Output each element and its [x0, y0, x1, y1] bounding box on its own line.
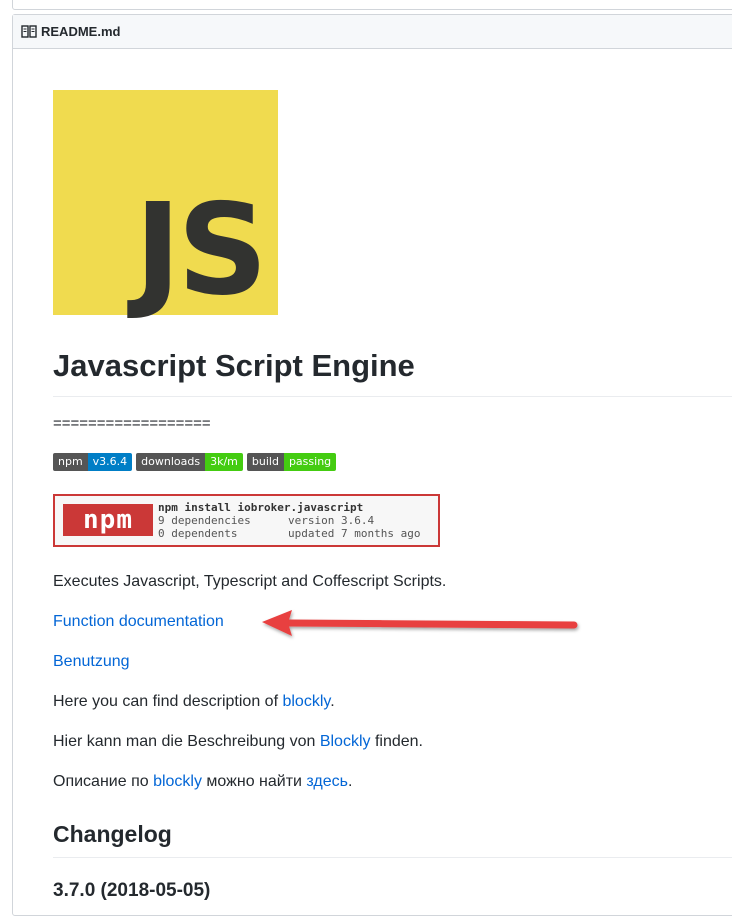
- badge-value: v3.6.4: [87, 452, 133, 471]
- page-title: Javascript Script Engine: [53, 347, 732, 397]
- function-documentation-link[interactable]: Function documentation: [53, 613, 224, 630]
- blockly-link[interactable]: blockly: [282, 693, 330, 710]
- npm-version: version 3.6.4: [288, 513, 375, 527]
- badge-value: 3k/m: [205, 452, 243, 471]
- npm-updated: updated 7 months ago: [288, 526, 421, 540]
- readme-header: README.md: [13, 15, 732, 49]
- npm-dependents: 0 dependents: [158, 526, 238, 540]
- badge-value: passing: [283, 452, 337, 471]
- npm-install-command: npm install iobroker.javascript: [158, 500, 364, 514]
- version-heading: 3.7.0 (2018-05-05): [53, 879, 211, 901]
- blockly-ru-link[interactable]: blockly: [153, 773, 202, 790]
- js-logo: JS: [53, 90, 278, 315]
- build-badge[interactable]: build passing: [246, 452, 337, 471]
- npm-info: npm install iobroker.javascript 9 depend…: [158, 501, 420, 540]
- annotation-arrow-icon: [262, 610, 578, 636]
- benutzung-link[interactable]: Benutzung: [53, 653, 130, 670]
- js-logo-text: JS: [134, 176, 268, 323]
- equals-line: ==================: [53, 414, 211, 432]
- badge-label: build: [246, 452, 284, 471]
- npm-logo: npm: [63, 504, 153, 537]
- readme-content: JS Javascript Script Engine ============…: [53, 90, 732, 902]
- downloads-badge[interactable]: downloads 3k/m: [136, 452, 243, 471]
- npm-version-badge[interactable]: npm v3.6.4: [53, 452, 133, 471]
- top-panel: [12, 0, 732, 10]
- blockly-ru-paragraph: Описание по blockly можно найти здесь.: [53, 772, 353, 790]
- blockly-de-link[interactable]: Blockly: [320, 733, 371, 750]
- badge-label: npm: [53, 452, 88, 471]
- npm-card[interactable]: npm npm install iobroker.javascript 9 de…: [53, 493, 440, 547]
- changelog-heading: Changelog: [53, 820, 732, 858]
- blockly-de-paragraph: Hier kann man die Beschreibung von Block…: [53, 732, 423, 750]
- description: Executes Javascript, Typescript and Coff…: [53, 572, 447, 590]
- readme-panel: README.md JS Javascript Script Engine ==…: [12, 14, 732, 916]
- npm-dependencies: 9 dependencies: [158, 513, 251, 527]
- badge-row: npm v3.6.4 downloads 3k/m build passing: [53, 452, 732, 471]
- readme-title[interactable]: README.md: [41, 24, 120, 39]
- badge-label: downloads: [136, 452, 206, 471]
- blockly-en-paragraph: Here you can find description of blockly…: [53, 692, 335, 710]
- zdes-link[interactable]: здесь: [306, 773, 348, 790]
- book-icon: [21, 24, 37, 38]
